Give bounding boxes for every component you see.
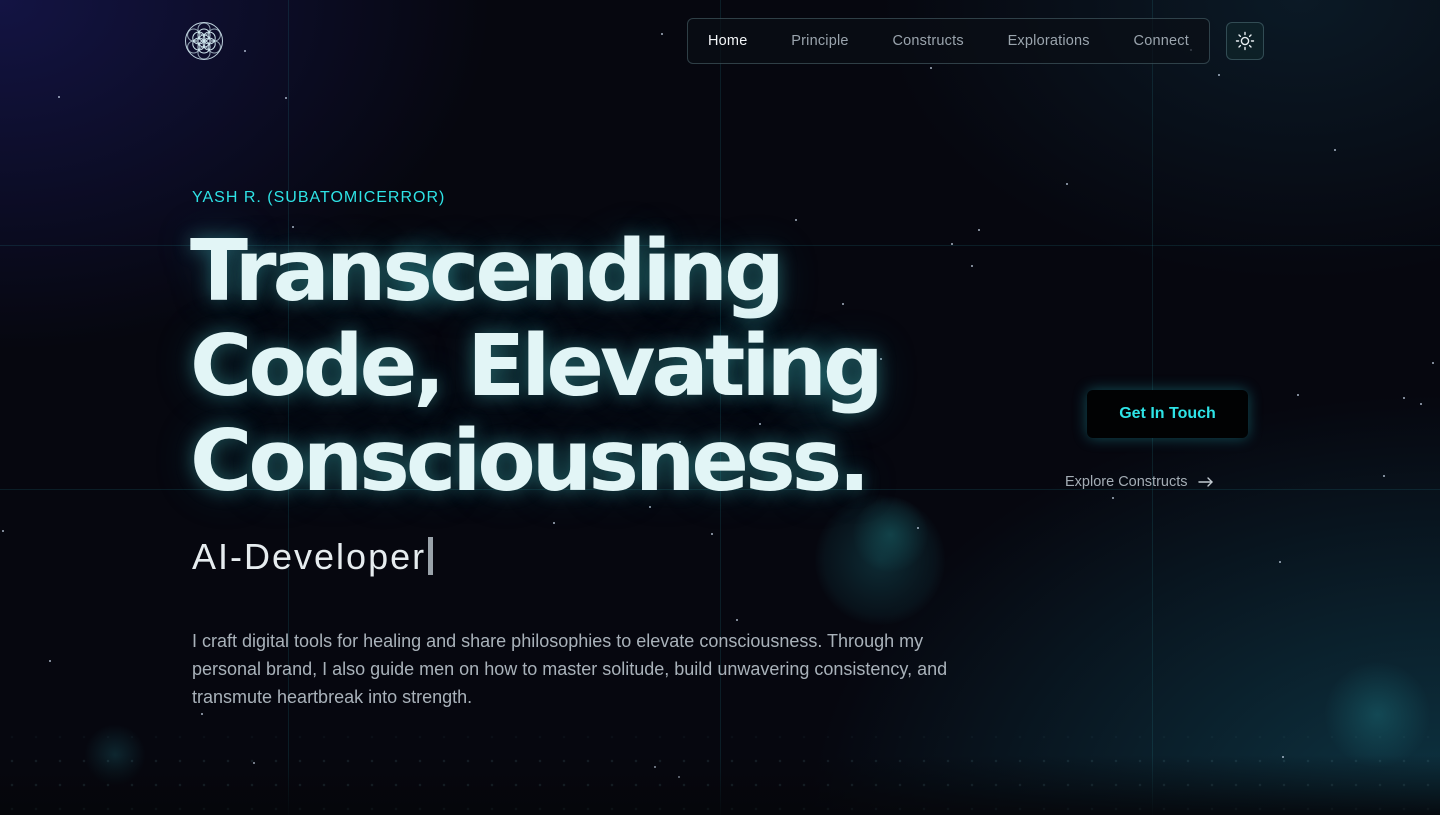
typing-caret bbox=[428, 537, 434, 575]
star bbox=[1066, 183, 1068, 185]
arrow-right-icon bbox=[1197, 477, 1213, 487]
star bbox=[1279, 561, 1281, 563]
star bbox=[285, 97, 287, 99]
sun-icon bbox=[1235, 31, 1255, 51]
role-text: AI-Developer bbox=[192, 536, 427, 577]
star bbox=[1218, 74, 1220, 76]
nav-item-connect[interactable]: Connect bbox=[1134, 33, 1189, 49]
star bbox=[201, 713, 203, 715]
bottom-fade bbox=[0, 755, 1440, 815]
star bbox=[553, 522, 555, 524]
star bbox=[661, 33, 663, 35]
flower-of-life-icon[interactable] bbox=[184, 20, 224, 62]
star bbox=[2, 530, 4, 532]
role-typewriter: AI-Developer bbox=[192, 536, 434, 578]
star bbox=[1112, 497, 1114, 499]
star bbox=[1432, 362, 1434, 364]
star bbox=[1420, 403, 1422, 405]
nav-item-explorations[interactable]: Explorations bbox=[1008, 33, 1090, 49]
hero-headline: Transcending Code, Elevating Consciousne… bbox=[190, 224, 1010, 509]
star bbox=[49, 660, 51, 662]
star bbox=[795, 219, 797, 221]
star bbox=[1297, 394, 1299, 396]
hero-description: I craft digital tools for healing and sh… bbox=[192, 631, 948, 707]
star bbox=[1403, 397, 1405, 399]
star bbox=[917, 527, 919, 529]
main-nav: Home Principle Constructs Explorations C… bbox=[687, 18, 1210, 64]
headline-line: Transcending bbox=[190, 222, 785, 321]
star bbox=[58, 96, 60, 98]
star bbox=[1334, 149, 1336, 151]
nav-item-principle[interactable]: Principle bbox=[791, 33, 848, 49]
star bbox=[1383, 475, 1385, 477]
star bbox=[930, 67, 932, 69]
nav-item-constructs[interactable]: Constructs bbox=[892, 33, 963, 49]
explore-constructs-label: Explore Constructs bbox=[1065, 474, 1188, 490]
nav-item-home[interactable]: Home bbox=[708, 33, 747, 49]
star bbox=[244, 50, 246, 52]
headline-line: Consciousness. bbox=[190, 412, 871, 511]
explore-constructs-link[interactable]: Explore Constructs bbox=[1065, 474, 1214, 490]
get-in-touch-button[interactable]: Get In Touch bbox=[1087, 390, 1248, 438]
author-eyebrow: YASH R. (SUBATOMICERROR) bbox=[192, 189, 446, 206]
theme-toggle-button[interactable] bbox=[1226, 22, 1264, 60]
headline-line: Code, Elevating bbox=[190, 317, 884, 416]
star bbox=[736, 619, 738, 621]
star bbox=[711, 533, 713, 535]
